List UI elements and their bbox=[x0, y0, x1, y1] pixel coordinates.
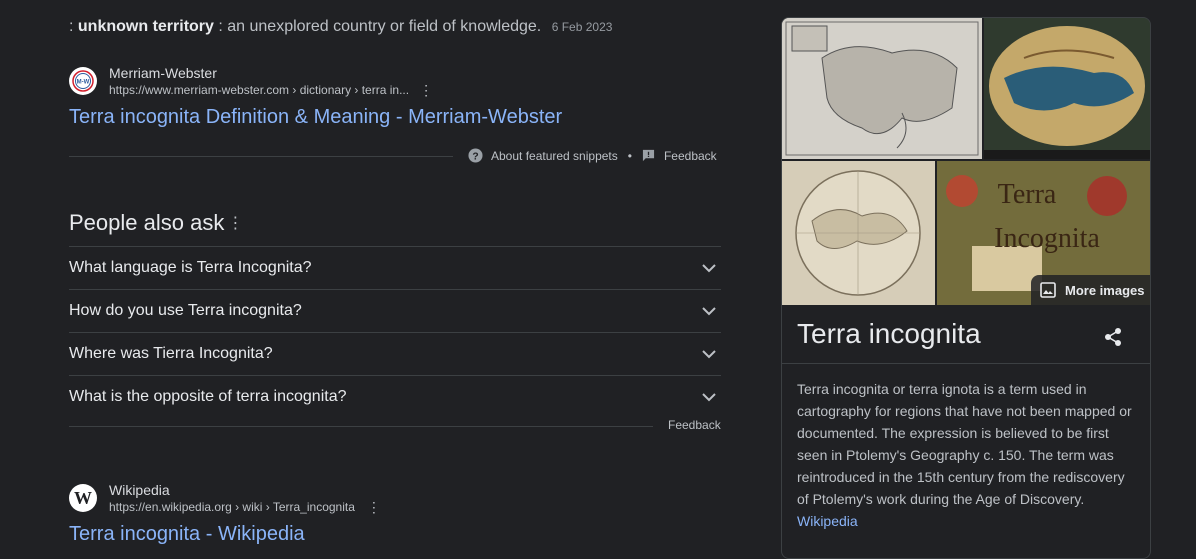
share-icon[interactable] bbox=[1104, 327, 1122, 347]
chevron-down-icon bbox=[702, 349, 716, 359]
site-name: Merriam-Webster bbox=[109, 65, 217, 81]
wikipedia-favicon-icon: W bbox=[69, 484, 97, 512]
paa-question[interactable]: How do you use Terra incognita? bbox=[69, 289, 721, 332]
more-images-label: More images bbox=[1065, 282, 1145, 298]
more-options-icon[interactable]: ⋮ bbox=[419, 83, 433, 97]
image-icon bbox=[1040, 282, 1056, 298]
map-image-2[interactable] bbox=[984, 18, 1150, 159]
paa-question-text: Where was Tierra Incognita? bbox=[69, 345, 273, 362]
result-source-wikipedia[interactable]: W Wikipedia https://en.wikipedia.org › w… bbox=[69, 482, 381, 514]
result-source-merriam-webster[interactable]: M-W Merriam-Webster https://www.merriam-… bbox=[69, 65, 433, 97]
more-options-icon[interactable]: ⋮ bbox=[367, 500, 381, 514]
snippet-definition: : an unexplored country or field of know… bbox=[218, 18, 542, 35]
svg-text:?: ? bbox=[472, 151, 478, 162]
about-featured-snippets-link[interactable]: About featured snippets bbox=[491, 149, 618, 163]
paa-question-text: How do you use Terra incognita? bbox=[69, 302, 302, 319]
divider bbox=[69, 156, 453, 157]
knowledge-panel-description: Terra incognita or terra ignota is a ter… bbox=[797, 378, 1139, 532]
site-url: https://en.wikipedia.org › wiki › Terra_… bbox=[109, 500, 355, 514]
map-image-1[interactable] bbox=[782, 18, 982, 159]
paa-question[interactable]: Where was Tierra Incognita? bbox=[69, 332, 721, 375]
feedback-link[interactable]: Feedback bbox=[664, 149, 717, 163]
result-title-link[interactable]: Terra incognita Definition & Meaning - M… bbox=[69, 106, 562, 129]
map-image-3[interactable] bbox=[782, 161, 935, 305]
people-also-ask-title: People also ask bbox=[69, 210, 225, 235]
favicon-text: M-W bbox=[77, 80, 90, 86]
map-title-text-1: Terra bbox=[998, 179, 1057, 210]
knowledge-panel: Terra Incognita More images Terra incogn… bbox=[781, 17, 1151, 559]
help-icon: ? bbox=[468, 148, 483, 163]
snippet-date: 6 Feb 2023 bbox=[551, 20, 613, 34]
map-title-text-2: Incognita bbox=[994, 223, 1100, 254]
chevron-down-icon bbox=[702, 392, 716, 402]
separator: • bbox=[627, 148, 632, 163]
feedback-icon bbox=[642, 149, 655, 162]
divider bbox=[69, 426, 653, 427]
site-url: https://www.merriam-webster.com › dictio… bbox=[109, 83, 410, 97]
chevron-down-icon bbox=[702, 306, 716, 316]
featured-snippet-footer: ? About featured snippets • Feedback bbox=[468, 148, 717, 163]
result-title-link[interactable]: Terra incognita - Wikipedia bbox=[69, 523, 305, 546]
description-text: Terra incognita or terra ignota is a ter… bbox=[797, 381, 1132, 507]
people-also-ask-header: People also ask ⋮ bbox=[69, 210, 243, 236]
snippet-prefix: : bbox=[69, 18, 74, 35]
featured-snippet-text: : unknown territory : an unexplored coun… bbox=[69, 18, 612, 36]
paa-feedback-link[interactable]: Feedback bbox=[668, 418, 721, 432]
more-options-icon[interactable]: ⋮ bbox=[227, 213, 243, 233]
snippet-term: unknown territory bbox=[77, 18, 214, 35]
paa-question[interactable]: What is the opposite of terra incognita? bbox=[69, 375, 721, 418]
merriam-webster-favicon-icon: M-W bbox=[69, 67, 97, 95]
wikipedia-source-link[interactable]: Wikipedia bbox=[797, 513, 858, 529]
chevron-down-icon bbox=[702, 263, 716, 273]
paa-question[interactable]: What language is Terra Incognita? bbox=[69, 246, 721, 289]
knowledge-panel-title: Terra incognita bbox=[797, 318, 981, 349]
divider bbox=[782, 363, 1150, 364]
site-name: Wikipedia bbox=[109, 482, 170, 498]
paa-question-text: What language is Terra Incognita? bbox=[69, 259, 312, 276]
favicon-text: W bbox=[74, 487, 92, 508]
more-images-button[interactable]: More images bbox=[1031, 275, 1150, 305]
paa-question-text: What is the opposite of terra incognita? bbox=[69, 388, 347, 405]
